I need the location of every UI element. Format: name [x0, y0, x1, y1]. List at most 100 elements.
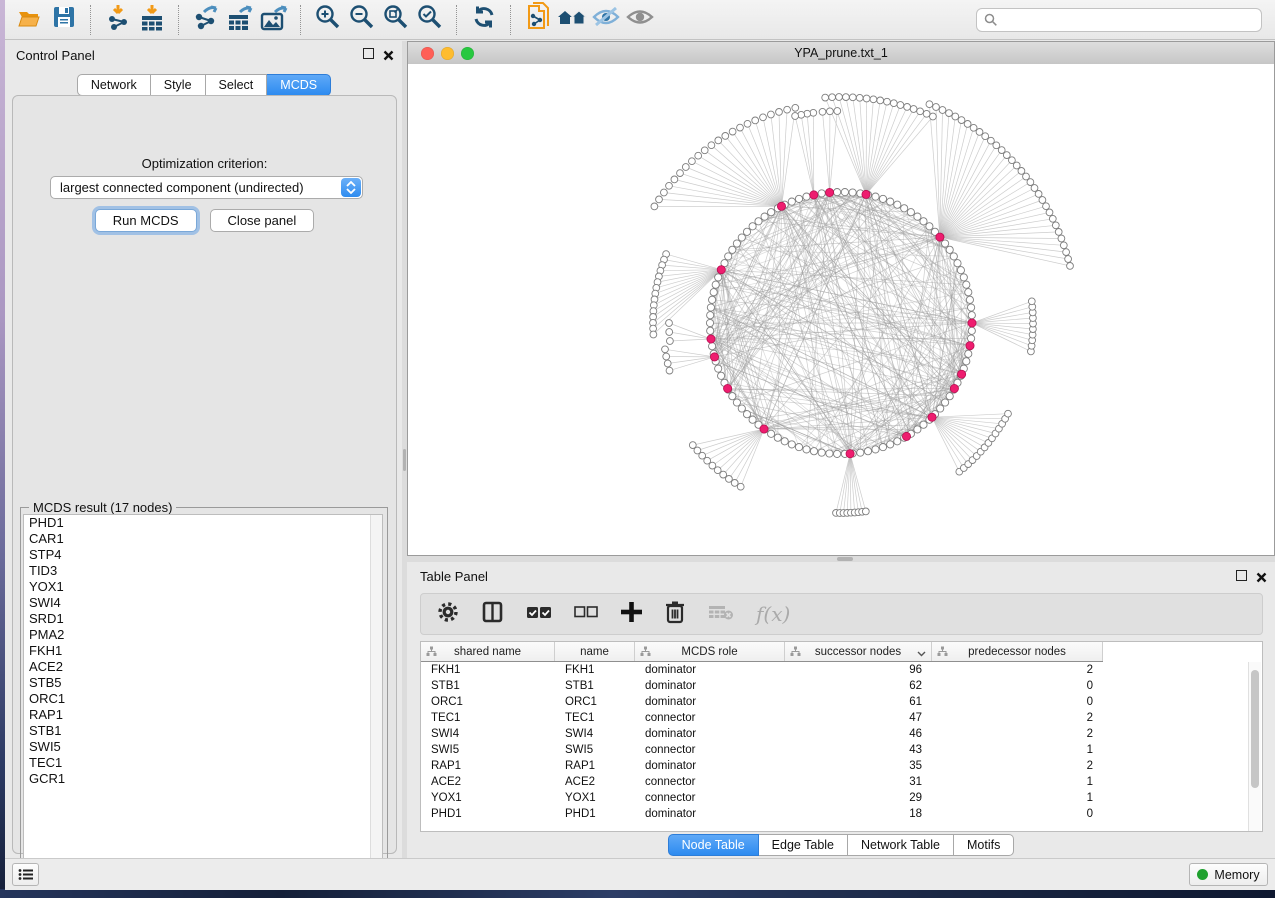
table-row[interactable]: ORC1ORC1dominator610: [421, 694, 1262, 710]
mcds-result-item[interactable]: SWI4: [24, 595, 382, 611]
table-scrollbar-thumb[interactable]: [1251, 670, 1259, 788]
search-icon: [984, 13, 998, 32]
memory-button[interactable]: Memory: [1189, 863, 1268, 886]
columns-icon: [482, 600, 504, 629]
task-history-button[interactable]: [12, 863, 39, 886]
tab-network[interactable]: Network: [77, 74, 151, 96]
float-table-panel-icon[interactable]: [1236, 570, 1247, 581]
close-panel-button[interactable]: Close panel: [210, 209, 315, 232]
table-cell: TEC1: [555, 710, 635, 726]
mcds-result-item[interactable]: GCR1: [24, 771, 382, 787]
mcds-result-list[interactable]: PHD1CAR1STP4TID3YOX1SWI4SRD1PMA2FKH1ACE2…: [23, 514, 383, 876]
mcds-result-item[interactable]: YOX1: [24, 579, 382, 595]
table-row[interactable]: STB1STB1dominator620: [421, 678, 1262, 694]
horizontal-splitter-handle[interactable]: [837, 557, 853, 561]
table-row[interactable]: TEC1TEC1connector472: [421, 710, 1262, 726]
export-network-button[interactable]: [189, 4, 223, 36]
float-panel-icon[interactable]: [363, 48, 374, 59]
mcds-result-item[interactable]: STP4: [24, 547, 382, 563]
export-table-icon: [226, 3, 254, 36]
table-row[interactable]: FKH1FKH1dominator962: [421, 662, 1262, 678]
toolbar-separator: [300, 5, 302, 35]
add-row-button[interactable]: [620, 600, 642, 629]
column-header-name[interactable]: name: [555, 642, 635, 661]
control-panel-header: Control Panel: [6, 41, 402, 67]
mcds-result-item[interactable]: STB1: [24, 723, 382, 739]
table-cell: 35: [785, 758, 932, 774]
deselect-all-button[interactable]: [574, 603, 598, 626]
table-row[interactable]: SWI5SWI5connector431: [421, 742, 1262, 758]
tab-style[interactable]: Style: [151, 74, 206, 96]
mcds-result-item[interactable]: SWI5: [24, 739, 382, 755]
network-window-titlebar[interactable]: YPA_prune.txt_1: [408, 42, 1274, 65]
mcds-result-item[interactable]: ACE2: [24, 659, 382, 675]
search-input[interactable]: [976, 8, 1262, 32]
table-row[interactable]: YOX1YOX1connector291: [421, 790, 1262, 806]
mcds-result-item[interactable]: RAP1: [24, 707, 382, 723]
close-table-panel-icon[interactable]: [1256, 570, 1267, 581]
first-neighbors-button[interactable]: [555, 4, 589, 36]
table-cell: PHD1: [421, 806, 555, 822]
network-window-title: YPA_prune.txt_1: [408, 46, 1274, 60]
tab-mcds[interactable]: MCDS: [267, 74, 331, 96]
mcds-result-item[interactable]: STB5: [24, 675, 382, 691]
gear-button[interactable]: [436, 600, 460, 629]
column-header-MCDS-role[interactable]: MCDS role: [635, 642, 785, 661]
table-row[interactable]: PHD1PHD1dominator180: [421, 806, 1262, 822]
zoom-fit-button[interactable]: [379, 4, 413, 36]
function-button[interactable]: f(x): [756, 602, 790, 626]
zoom-selected-button[interactable]: [413, 4, 447, 36]
manage-networks-button[interactable]: [521, 4, 555, 36]
mcds-result-item[interactable]: TEC1: [24, 755, 382, 771]
select-all-button[interactable]: [526, 602, 552, 627]
export-table-button[interactable]: [223, 4, 257, 36]
table-row[interactable]: RAP1RAP1dominator352: [421, 758, 1262, 774]
table-panel: Table Panel f(x) shared namenameMCDS rol…: [407, 562, 1275, 858]
close-panel-icon[interactable]: [383, 48, 394, 59]
tab-motifs[interactable]: Motifs: [954, 834, 1014, 856]
table-cell: 2: [932, 726, 1103, 742]
delete-table-button[interactable]: [708, 602, 734, 627]
mcds-list-scrollbar[interactable]: [370, 515, 382, 875]
mcds-result-item[interactable]: SRD1: [24, 611, 382, 627]
zoom-out-button[interactable]: [345, 4, 379, 36]
import-network-button[interactable]: [101, 4, 135, 36]
shared-column-icon: [426, 646, 437, 660]
save-session-button[interactable]: [47, 4, 81, 36]
tab-network-table[interactable]: Network Table: [848, 834, 954, 856]
network-view-window: YPA_prune.txt_1: [407, 41, 1275, 556]
vertical-splitter-handle[interactable]: [403, 449, 406, 471]
network-canvas[interactable]: [408, 64, 1274, 555]
toolbar-separator: [456, 5, 458, 35]
export-image-button[interactable]: [257, 4, 291, 36]
mcds-result-item[interactable]: FKH1: [24, 643, 382, 659]
mcds-result-item[interactable]: PMA2: [24, 627, 382, 643]
hide-selected-button[interactable]: [589, 4, 623, 36]
network-graph[interactable]: [408, 64, 1274, 555]
table-cell: 0: [932, 806, 1103, 822]
table-row[interactable]: SWI4SWI4dominator462: [421, 726, 1262, 742]
refresh-button[interactable]: [467, 4, 501, 36]
mcds-result-item[interactable]: ORC1: [24, 691, 382, 707]
column-header-shared-name[interactable]: shared name: [421, 642, 555, 661]
mcds-result-item[interactable]: TID3: [24, 563, 382, 579]
tab-select[interactable]: Select: [206, 74, 268, 96]
optimization-criterion-dropdown[interactable]: largest connected component (undirected): [50, 176, 363, 199]
column-header-successor-nodes[interactable]: successor nodes: [785, 642, 932, 661]
tab-node-table[interactable]: Node Table: [668, 834, 759, 856]
delete-row-button[interactable]: [664, 600, 686, 629]
mcds-result-item[interactable]: PHD1: [24, 515, 382, 531]
table-row[interactable]: ACE2ACE2connector311: [421, 774, 1262, 790]
import-table-button[interactable]: [135, 4, 169, 36]
columns-button[interactable]: [482, 600, 504, 629]
tab-edge-table[interactable]: Edge Table: [759, 834, 848, 856]
column-header-predecessor-nodes[interactable]: predecessor nodes: [932, 642, 1103, 661]
zoom-in-button[interactable]: [311, 4, 345, 36]
dropdown-stepper-icon: [341, 178, 361, 197]
run-mcds-button[interactable]: Run MCDS: [95, 209, 197, 232]
mcds-result-item[interactable]: CAR1: [24, 531, 382, 547]
open-file-button[interactable]: [13, 4, 47, 36]
table-cell: RAP1: [421, 758, 555, 774]
show-all-button[interactable]: [623, 4, 657, 36]
table-scrollbar[interactable]: [1248, 662, 1261, 831]
